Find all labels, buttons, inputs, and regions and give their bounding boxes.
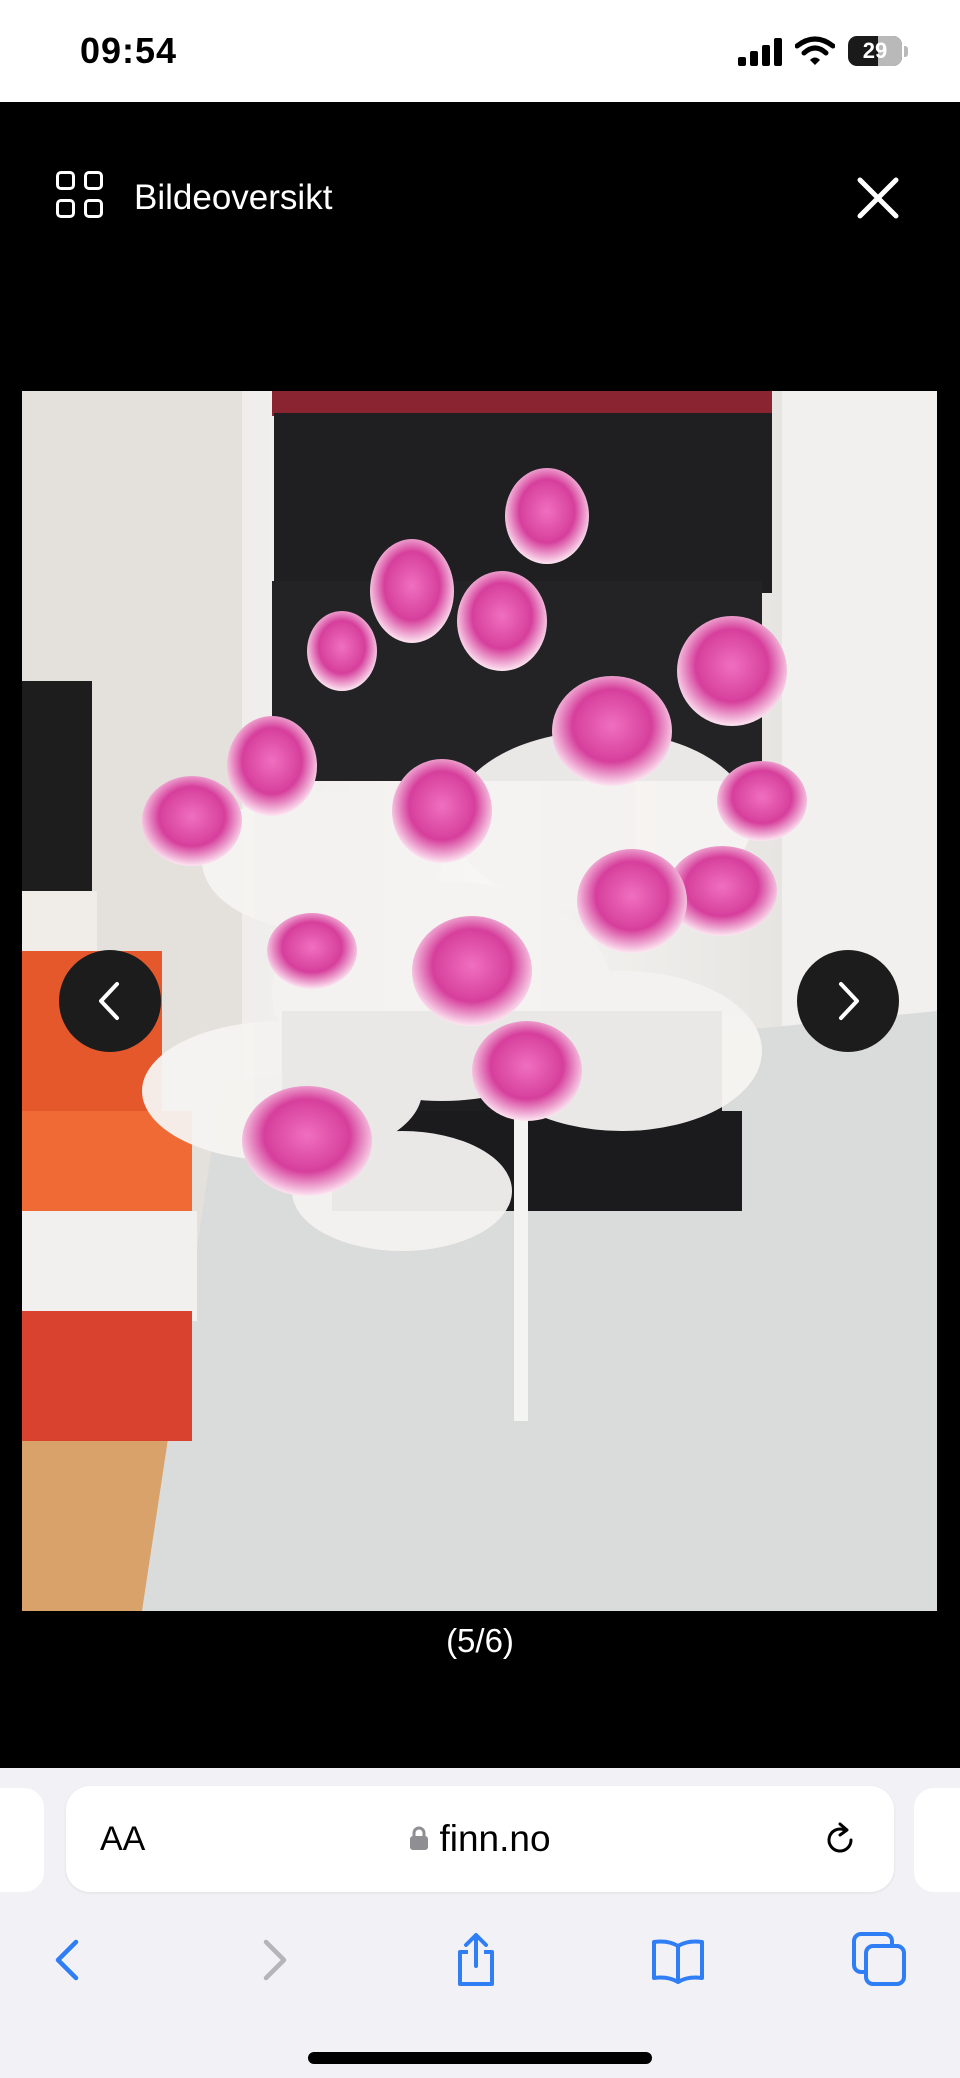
home-indicator — [308, 2052, 652, 2064]
previous-image-button[interactable] — [59, 950, 161, 1052]
domain-text: finn.no — [439, 1818, 551, 1859]
next-image-button[interactable] — [797, 950, 899, 1052]
cellular-signal-icon — [738, 38, 782, 66]
wifi-icon — [795, 36, 835, 65]
forward-icon[interactable] — [244, 1930, 304, 1990]
close-icon[interactable] — [850, 170, 906, 226]
domain-display[interactable]: finn.no — [66, 1818, 894, 1860]
address-bar[interactable]: AA finn.no — [66, 1786, 894, 1892]
image-counter: (5/6) — [446, 1622, 514, 1659]
battery-indicator: 29 — [848, 36, 908, 68]
share-icon[interactable] — [446, 1930, 506, 1990]
next-tab-preview[interactable] — [914, 1788, 960, 1892]
browser-toolbar — [0, 1916, 960, 2006]
reload-icon[interactable] — [820, 1820, 860, 1860]
chevron-left-icon — [99, 982, 119, 1020]
previous-tab-preview[interactable] — [0, 1788, 44, 1892]
chevron-right-icon — [839, 982, 859, 1020]
overview-button[interactable]: Bildeoversikt — [56, 170, 332, 226]
overview-label: Bildeoversikt — [134, 178, 333, 217]
battery-level: 29 — [862, 38, 888, 63]
lock-icon — [410, 1826, 429, 1851]
grid-icon — [56, 171, 110, 225]
browser-bar: AA finn.no — [0, 1768, 960, 2078]
back-icon[interactable] — [38, 1930, 98, 1990]
bookmarks-icon[interactable] — [648, 1930, 708, 1990]
status-bar: 09:54 29 — [0, 0, 960, 102]
tabs-icon[interactable] — [850, 1930, 910, 1990]
status-time: 09:54 — [80, 30, 178, 71]
image-viewer: Bildeoversikt (5/6) — [0, 102, 960, 1768]
